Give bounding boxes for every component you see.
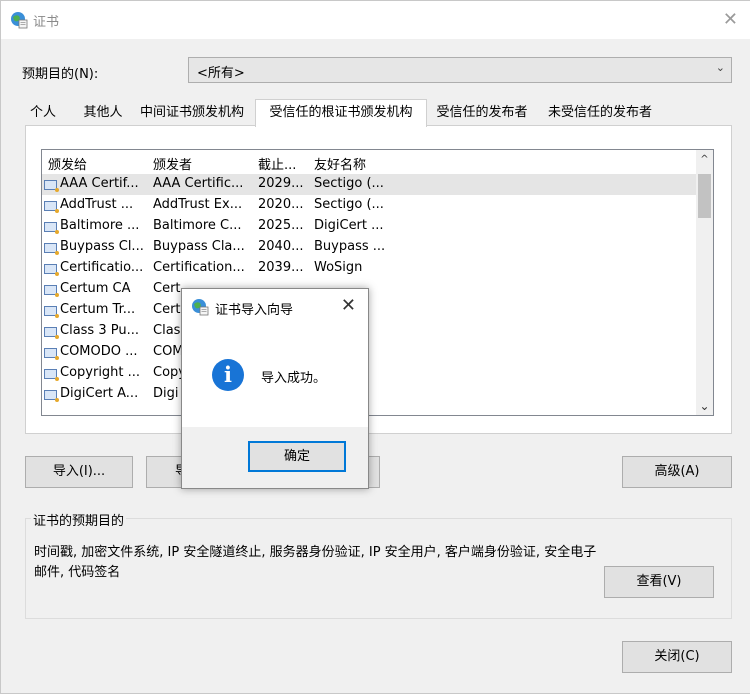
close-button[interactable]: 关闭(C) <box>622 641 732 673</box>
purpose-dropdown[interactable]: <所有> ⌄ <box>188 57 732 83</box>
table-row[interactable]: Certum CA Cert <box>42 279 697 300</box>
table-cell: AddTrust ... <box>60 197 134 212</box>
certificate-icon <box>44 390 59 402</box>
column-issued-to[interactable]: 颁发给 <box>48 154 87 173</box>
table-row[interactable]: COMODO ...COM(f... <box>42 342 697 363</box>
table-cell: Certification... <box>153 260 245 275</box>
table-cell: Buypass ... <box>314 239 386 254</box>
close-icon[interactable]: ✕ <box>341 295 356 316</box>
certificate-icon <box>44 264 59 276</box>
certificate-icon <box>44 243 59 255</box>
purpose-label: 预期目的(N): <box>22 67 99 82</box>
certificate-icon <box>44 285 59 297</box>
list-header: 颁发给 颁发者 截止... 友好名称 <box>42 150 697 174</box>
table-cell: 2029... <box>258 176 304 191</box>
tab-intermediate-ca[interactable]: 中间证书颁发机构 <box>133 101 251 125</box>
table-cell: AAA Certif... <box>60 176 139 191</box>
certificate-icon <box>44 306 59 318</box>
purposes-group-title: 证书的预期目的 <box>31 510 127 529</box>
dialog-title: 证书导入向导 <box>215 303 294 318</box>
tab-untrusted-publishers[interactable]: 未受信任的发布者 <box>539 101 661 125</box>
table-cell: WoSign <box>314 260 363 275</box>
table-cell: Buypass Cl... <box>60 239 144 254</box>
table-row[interactable]: Certum Tr...CertT... <box>42 300 697 321</box>
column-friendly-name[interactable]: 友好名称 <box>314 154 366 173</box>
advanced-button[interactable]: 高级(A) <box>622 456 732 488</box>
table-row[interactable]: Buypass Cl... Buypass Cla... 2040... Buypas… <box>42 237 697 258</box>
import-button[interactable]: 导入(I)... <box>25 456 133 488</box>
tab-trusted-publishers[interactable]: 受信任的发布者 <box>428 101 536 125</box>
table-cell: Certum Tr... <box>60 302 136 317</box>
tab-other-people[interactable]: 其他人 <box>77 101 129 125</box>
globe-certificate-icon <box>192 299 209 316</box>
table-cell: 2020... <box>258 197 304 212</box>
intended-purposes-text: 时间戳, 加密文件系统, IP 安全隧道终止, 服务器身份验证, IP 安全用户… <box>34 545 597 580</box>
table-cell: Cert <box>153 302 181 317</box>
table-cell: DigiCert ... <box>314 218 384 233</box>
table-cell: Sectigo (... <box>314 197 384 212</box>
column-expiration[interactable]: 截止... <box>258 154 296 173</box>
table-cell: Baltimore ... <box>60 218 140 233</box>
view-button[interactable]: 查看(V) <box>604 566 714 598</box>
table-cell: Copyright ... <box>60 365 141 380</box>
certificate-icon <box>44 348 59 360</box>
table-cell: DigiCert A... <box>60 386 139 401</box>
column-issued-by[interactable]: 颁发者 <box>153 154 192 173</box>
table-cell: Class 3 Pu... <box>60 323 139 338</box>
table-cell: Buypass Cla... <box>153 239 245 254</box>
certificate-list[interactable]: 颁发给 颁发者 截止... 友好名称 AAA Certif... AAA Cert… <box>41 149 714 416</box>
certificates-window: 证书 ✕ 预期目的(N): <所有> ⌄ 个人 其他人 中间证书颁发机构 受信任… <box>0 0 750 694</box>
ok-button[interactable]: 确定 <box>248 441 346 472</box>
table-cell: COM <box>153 344 184 359</box>
dialog-footer: 确定 <box>182 427 368 488</box>
table-cell: COMODO ... <box>60 344 138 359</box>
table-row[interactable]: Copyright ...Copyf... <box>42 363 697 384</box>
certificate-icon <box>44 222 59 234</box>
table-cell: 2040... <box>258 239 304 254</box>
table-row[interactable]: Baltimore ... Baltimore C... 2025... DigiCe… <box>42 216 697 237</box>
table-cell: Certificatio... <box>60 260 144 275</box>
purpose-selected-value: <所有> <box>197 66 245 81</box>
table-cell: Sectigo (... <box>314 176 384 191</box>
window-title: 证书 <box>33 15 60 30</box>
table-cell: Digi <box>153 386 179 401</box>
chevron-down-icon: ⌄ <box>715 61 725 74</box>
close-icon[interactable]: ✕ <box>723 9 738 30</box>
table-cell: Baltimore C... <box>153 218 242 233</box>
tab-personal[interactable]: 个人 <box>27 101 59 125</box>
table-row[interactable]: AddTrust ... AddTrust Ex... 2020... Sectigo… <box>42 195 697 216</box>
certificate-icon <box>44 327 59 339</box>
globe-certificate-icon <box>11 12 28 29</box>
certificate-icon <box>44 369 59 381</box>
import-wizard-dialog: 证书导入向导 ✕ i 导入成功。 确定 <box>181 288 369 489</box>
scroll-thumb[interactable] <box>698 174 711 218</box>
dialog-message: 导入成功。 <box>261 371 327 386</box>
table-row[interactable]: Certificatio... Certification... 2039... Wo… <box>42 258 697 279</box>
table-cell: Certum CA <box>60 281 131 296</box>
table-cell: Cert <box>153 281 181 296</box>
title-bar: 证书 ✕ <box>1 1 750 39</box>
table-row[interactable]: DigiCert A... Digi <box>42 384 697 405</box>
table-row[interactable]: Class 3 Pu...Class... <box>42 321 697 342</box>
certificate-icon <box>44 180 59 192</box>
certificate-icon <box>44 201 59 213</box>
scroll-up-icon[interactable]: ^ <box>696 154 713 165</box>
table-row[interactable]: AAA Certif... AAA Certific... 2029... Secti… <box>42 174 697 195</box>
scroll-down-icon[interactable]: ⌄ <box>696 399 713 413</box>
table-cell: AAA Certific... <box>153 176 244 191</box>
table-cell: AddTrust Ex... <box>153 197 243 212</box>
vertical-scrollbar[interactable]: ^ ⌄ <box>696 150 713 415</box>
tab-trusted-root-ca[interactable]: 受信任的根证书颁发机构 <box>255 99 427 127</box>
info-icon: i <box>212 359 244 391</box>
table-cell: 2039... <box>258 260 304 275</box>
table-cell: 2025... <box>258 218 304 233</box>
